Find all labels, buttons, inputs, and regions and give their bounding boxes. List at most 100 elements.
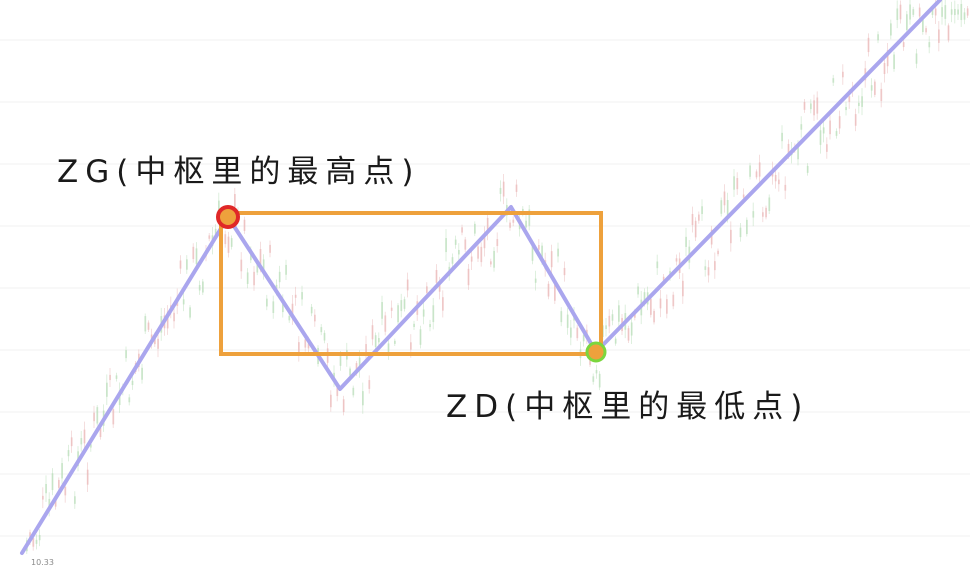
candle-body (874, 81, 876, 95)
candle-body (470, 256, 473, 262)
candle-body (733, 176, 735, 190)
price-low-tick: 10.33 (31, 558, 54, 567)
candle-body (371, 325, 374, 340)
candle-body (314, 314, 316, 322)
candle-body (685, 236, 687, 247)
candle-body (717, 250, 719, 255)
candle-body (749, 165, 751, 177)
candle-body (352, 387, 355, 396)
candle-body (294, 294, 297, 298)
candle-body (509, 222, 511, 228)
candle-body (413, 323, 415, 328)
candle-body (784, 184, 787, 191)
candle-body (234, 194, 236, 208)
candle-body (378, 338, 380, 343)
zg-marker-icon (216, 205, 240, 229)
candle-body (835, 131, 838, 136)
candle-body (374, 335, 377, 348)
candle-body (960, 3, 963, 21)
stroke-polyline (20, 0, 942, 555)
candle-body (83, 429, 86, 444)
candle-body (810, 103, 812, 110)
candle-body (131, 380, 134, 386)
candle-body (320, 327, 323, 333)
candle-body (534, 278, 537, 283)
candle-body (912, 9, 915, 15)
candle-body (560, 311, 563, 323)
candle-body (576, 327, 579, 339)
candle-body (128, 397, 131, 403)
candle-body (800, 124, 803, 130)
candle-body (838, 116, 841, 129)
candle-body (198, 284, 201, 291)
candle-body (269, 244, 271, 253)
candle-body (854, 114, 857, 126)
candle-body (451, 257, 454, 264)
candle-body (870, 85, 873, 91)
candle-body (429, 324, 431, 328)
candle-body (195, 248, 198, 265)
candle-body (547, 283, 550, 297)
candle-body (691, 213, 694, 226)
candle-body (877, 34, 879, 41)
candle-body (285, 264, 287, 275)
candle-body (339, 355, 342, 366)
candle-body (406, 279, 409, 291)
candle-body (781, 132, 783, 142)
candle-body (381, 302, 383, 319)
candle-body (106, 382, 108, 397)
candle-body (397, 305, 399, 323)
candle-body (944, 5, 947, 19)
candle-body (752, 211, 755, 218)
candle-body (605, 325, 607, 329)
candle-body (557, 248, 559, 257)
candle-body (461, 227, 463, 233)
candle-body (730, 229, 732, 244)
candle-body (384, 315, 387, 332)
candle-body (45, 484, 47, 494)
candle-body (723, 191, 726, 206)
candle-body (147, 322, 150, 330)
candle-body (157, 338, 159, 349)
candle-body (112, 409, 115, 425)
candle-body (243, 219, 246, 231)
candle-body (349, 368, 351, 376)
candle-body (694, 220, 697, 238)
candle-body (496, 239, 499, 247)
candle-body (288, 315, 291, 321)
candle-body (512, 219, 515, 223)
price-chart (0, 0, 970, 555)
candle-body (755, 171, 758, 178)
candle-body (182, 299, 185, 305)
candle-body (922, 19, 924, 32)
candle-body (902, 42, 905, 48)
candle-body (525, 220, 527, 228)
candle-body (38, 535, 41, 541)
candle-body (189, 307, 191, 318)
candle-body (893, 54, 895, 69)
candle-body (758, 162, 761, 177)
candle-body (813, 100, 815, 116)
candle-body (173, 312, 175, 322)
candle-body (845, 107, 847, 111)
candle-body (768, 197, 771, 212)
candle-body (179, 260, 182, 269)
candle-body (941, 7, 943, 17)
candle-body (803, 102, 806, 110)
candle-body (598, 373, 601, 388)
candle-body (736, 178, 739, 190)
gridlines (0, 39, 970, 537)
candle-body (890, 23, 892, 36)
candle-body (682, 280, 684, 297)
candle-body (442, 297, 444, 311)
candle-body (246, 272, 249, 284)
candle-body (330, 394, 332, 408)
candle-body (896, 8, 899, 21)
candle-body (365, 344, 367, 353)
candle-body (278, 271, 281, 283)
candle-body (938, 29, 940, 43)
candle-body (67, 450, 70, 457)
candle-body (957, 9, 959, 15)
candle-body (480, 246, 483, 263)
candle-body (467, 268, 470, 286)
